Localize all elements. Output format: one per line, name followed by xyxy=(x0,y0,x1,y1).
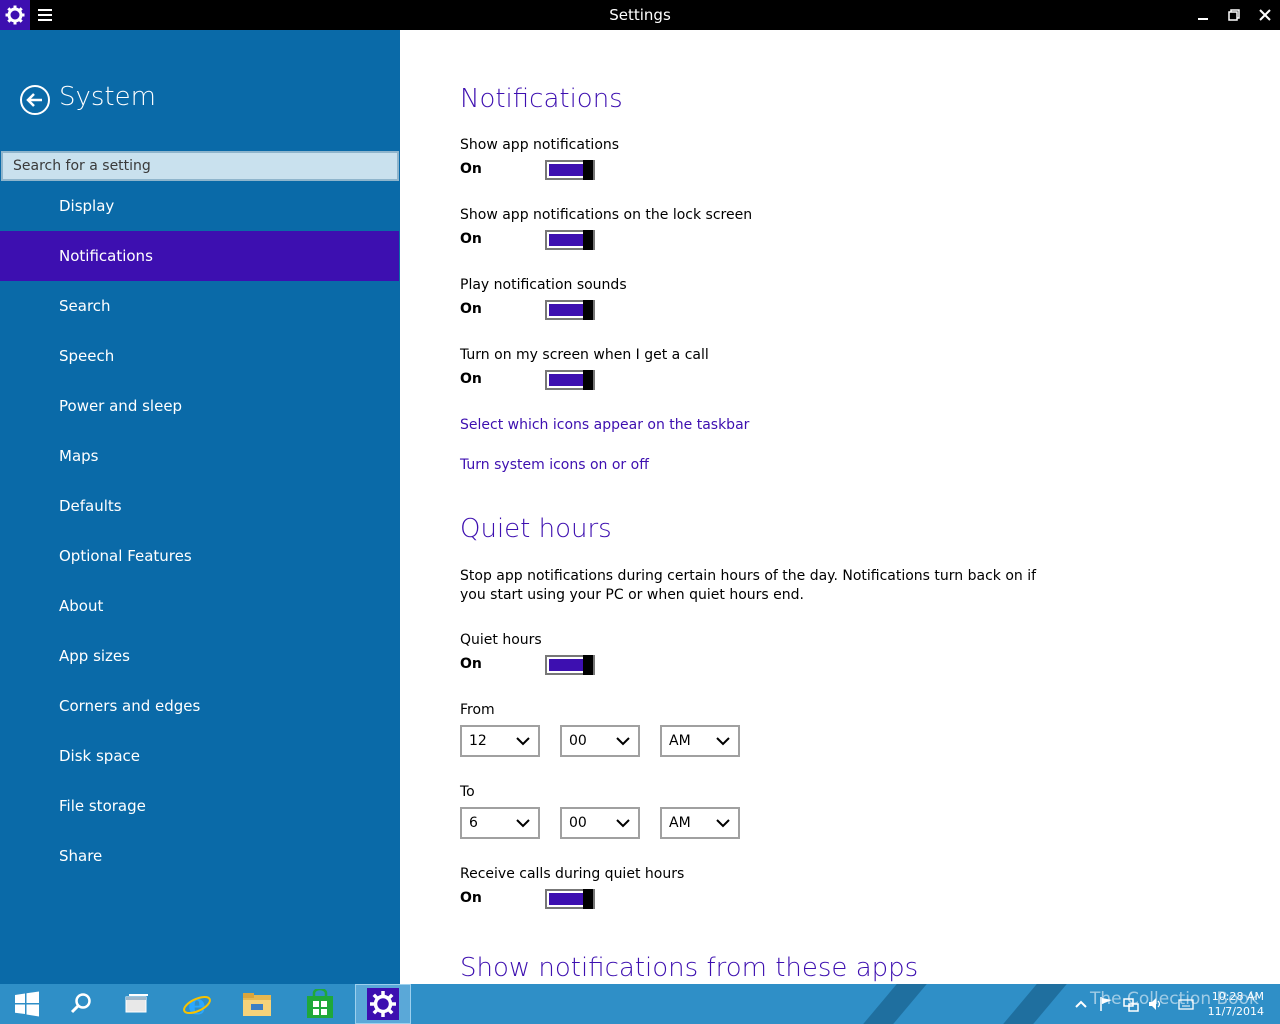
receive-calls-label: Receive calls during quiet hours xyxy=(460,866,685,882)
to-minute-select[interactable]: 00 xyxy=(560,807,640,839)
task-view-button[interactable] xyxy=(110,984,164,1024)
quiet-hours-label: Quiet hours xyxy=(460,632,542,648)
toggle-state: On xyxy=(460,371,482,387)
sidebar-item-corners-and-edges[interactable]: Corners and edges xyxy=(0,681,400,731)
chevron-down-icon xyxy=(516,819,530,828)
hamburger-menu-icon[interactable] xyxy=(38,6,52,24)
close-icon[interactable] xyxy=(1250,0,1280,30)
sidebar: System Search for a setting Display Noti… xyxy=(0,30,400,984)
restore-icon[interactable] xyxy=(1219,0,1249,30)
internet-explorer-icon: e xyxy=(183,989,211,1019)
show-hidden-icons-chevron-icon[interactable] xyxy=(1073,996,1089,1012)
taskbar-decoration xyxy=(854,984,936,1024)
sidebar-item-search[interactable]: Search xyxy=(0,281,400,331)
taskbar: e The Collection Book 10:28 AM 11/7/2014 xyxy=(0,984,1280,1024)
quiet-hours-heading: Quiet hours xyxy=(460,514,612,544)
sidebar-item-about[interactable]: About xyxy=(0,581,400,631)
taskbar-decoration xyxy=(994,984,1076,1024)
notifications-heading: Notifications xyxy=(460,84,623,114)
main-content: Notifications Show app notifications On … xyxy=(400,30,1280,984)
chevron-down-icon xyxy=(716,819,730,828)
task-view-icon xyxy=(125,994,148,1013)
windows-logo-icon xyxy=(15,991,39,1017)
sidebar-item-display[interactable]: Display xyxy=(0,181,400,231)
start-button[interactable] xyxy=(0,984,54,1024)
receive-calls-toggle[interactable] xyxy=(545,889,595,909)
clock-date: 11/7/2014 xyxy=(1207,1005,1264,1018)
from-period-select[interactable]: AM xyxy=(660,725,740,757)
toggle-state: On xyxy=(460,161,482,177)
store-bag-icon xyxy=(307,989,333,1018)
taskbar-clock[interactable]: 10:28 AM 11/7/2014 xyxy=(1208,989,1264,1019)
sidebar-item-power-and-sleep[interactable]: Power and sleep xyxy=(0,381,400,431)
system-icons-link[interactable]: Turn system icons on or off xyxy=(460,457,649,473)
screen-on-call-toggle[interactable] xyxy=(545,370,595,390)
sidebar-item-notifications[interactable]: Notifications xyxy=(0,231,399,281)
volume-icon[interactable] xyxy=(1148,996,1164,1012)
sidebar-item-share[interactable]: Share xyxy=(0,831,400,881)
toggle-state: On xyxy=(460,301,482,317)
minimize-icon[interactable] xyxy=(1188,0,1218,30)
chevron-down-icon xyxy=(616,819,630,828)
toggle-label: Show app notifications on the lock scree… xyxy=(460,207,753,223)
action-center-flag-icon[interactable] xyxy=(1098,996,1114,1012)
toggle-state: On xyxy=(460,231,482,247)
from-hour-select[interactable]: 12 xyxy=(460,725,540,757)
svg-text:e: e xyxy=(188,989,206,1019)
toggle-label: Turn on my screen when I get a call xyxy=(460,347,709,363)
sidebar-item-app-sizes[interactable]: App sizes xyxy=(0,631,400,681)
select-value: AM xyxy=(669,733,691,749)
clock-time: 10:28 AM xyxy=(1211,990,1264,1003)
folder-icon xyxy=(243,993,271,1016)
from-minute-select[interactable]: 00 xyxy=(560,725,640,757)
toggle-state: On xyxy=(460,890,482,906)
sidebar-title: System xyxy=(59,82,156,112)
settings-gear-icon[interactable] xyxy=(0,0,30,30)
to-period-select[interactable]: AM xyxy=(660,807,740,839)
to-label: To xyxy=(460,784,475,800)
file-explorer-button[interactable] xyxy=(230,984,284,1024)
sidebar-item-file-storage[interactable]: File storage xyxy=(0,781,400,831)
store-button[interactable] xyxy=(293,984,347,1024)
lock-screen-notifications-toggle[interactable] xyxy=(545,230,595,250)
quiet-hours-toggle[interactable] xyxy=(545,655,595,675)
select-value: 12 xyxy=(469,733,487,749)
select-value: 6 xyxy=(469,815,478,831)
sidebar-item-maps[interactable]: Maps xyxy=(0,431,400,481)
select-value: 00 xyxy=(569,815,587,831)
to-hour-select[interactable]: 6 xyxy=(460,807,540,839)
toggle-label: Play notification sounds xyxy=(460,277,627,293)
select-value: AM xyxy=(669,815,691,831)
settings-taskbar-button[interactable] xyxy=(355,984,411,1024)
internet-explorer-button[interactable]: e xyxy=(170,984,224,1024)
search-button[interactable] xyxy=(54,984,108,1024)
taskbar-icons-link[interactable]: Select which icons appear on the taskbar xyxy=(460,417,749,433)
keyboard-icon[interactable] xyxy=(1178,996,1194,1012)
chevron-down-icon xyxy=(516,737,530,746)
sidebar-item-disk-space[interactable]: Disk space xyxy=(0,731,400,781)
back-arrow-icon[interactable] xyxy=(19,84,51,116)
toggle-label: Show app notifications xyxy=(460,137,620,153)
search-input[interactable]: Search for a setting xyxy=(1,151,399,181)
chevron-down-icon xyxy=(716,737,730,746)
window-title: Settings xyxy=(609,6,671,24)
quiet-hours-description: Stop app notifications during certain ho… xyxy=(460,568,1037,603)
show-app-notifications-toggle[interactable] xyxy=(545,160,595,180)
search-icon xyxy=(70,993,91,1014)
notification-sounds-toggle[interactable] xyxy=(545,300,595,320)
network-icon[interactable] xyxy=(1123,996,1139,1012)
chevron-down-icon xyxy=(616,737,630,746)
sidebar-item-defaults[interactable]: Defaults xyxy=(0,481,400,531)
apps-notifications-heading: Show notifications from these apps xyxy=(460,953,919,983)
settings-gear-icon xyxy=(367,988,399,1020)
toggle-state: On xyxy=(460,656,482,672)
sidebar-item-optional-features[interactable]: Optional Features xyxy=(0,531,400,581)
title-bar: Settings xyxy=(0,0,1280,30)
sidebar-item-speech[interactable]: Speech xyxy=(0,331,400,381)
select-value: 00 xyxy=(569,733,587,749)
from-label: From xyxy=(460,702,495,718)
